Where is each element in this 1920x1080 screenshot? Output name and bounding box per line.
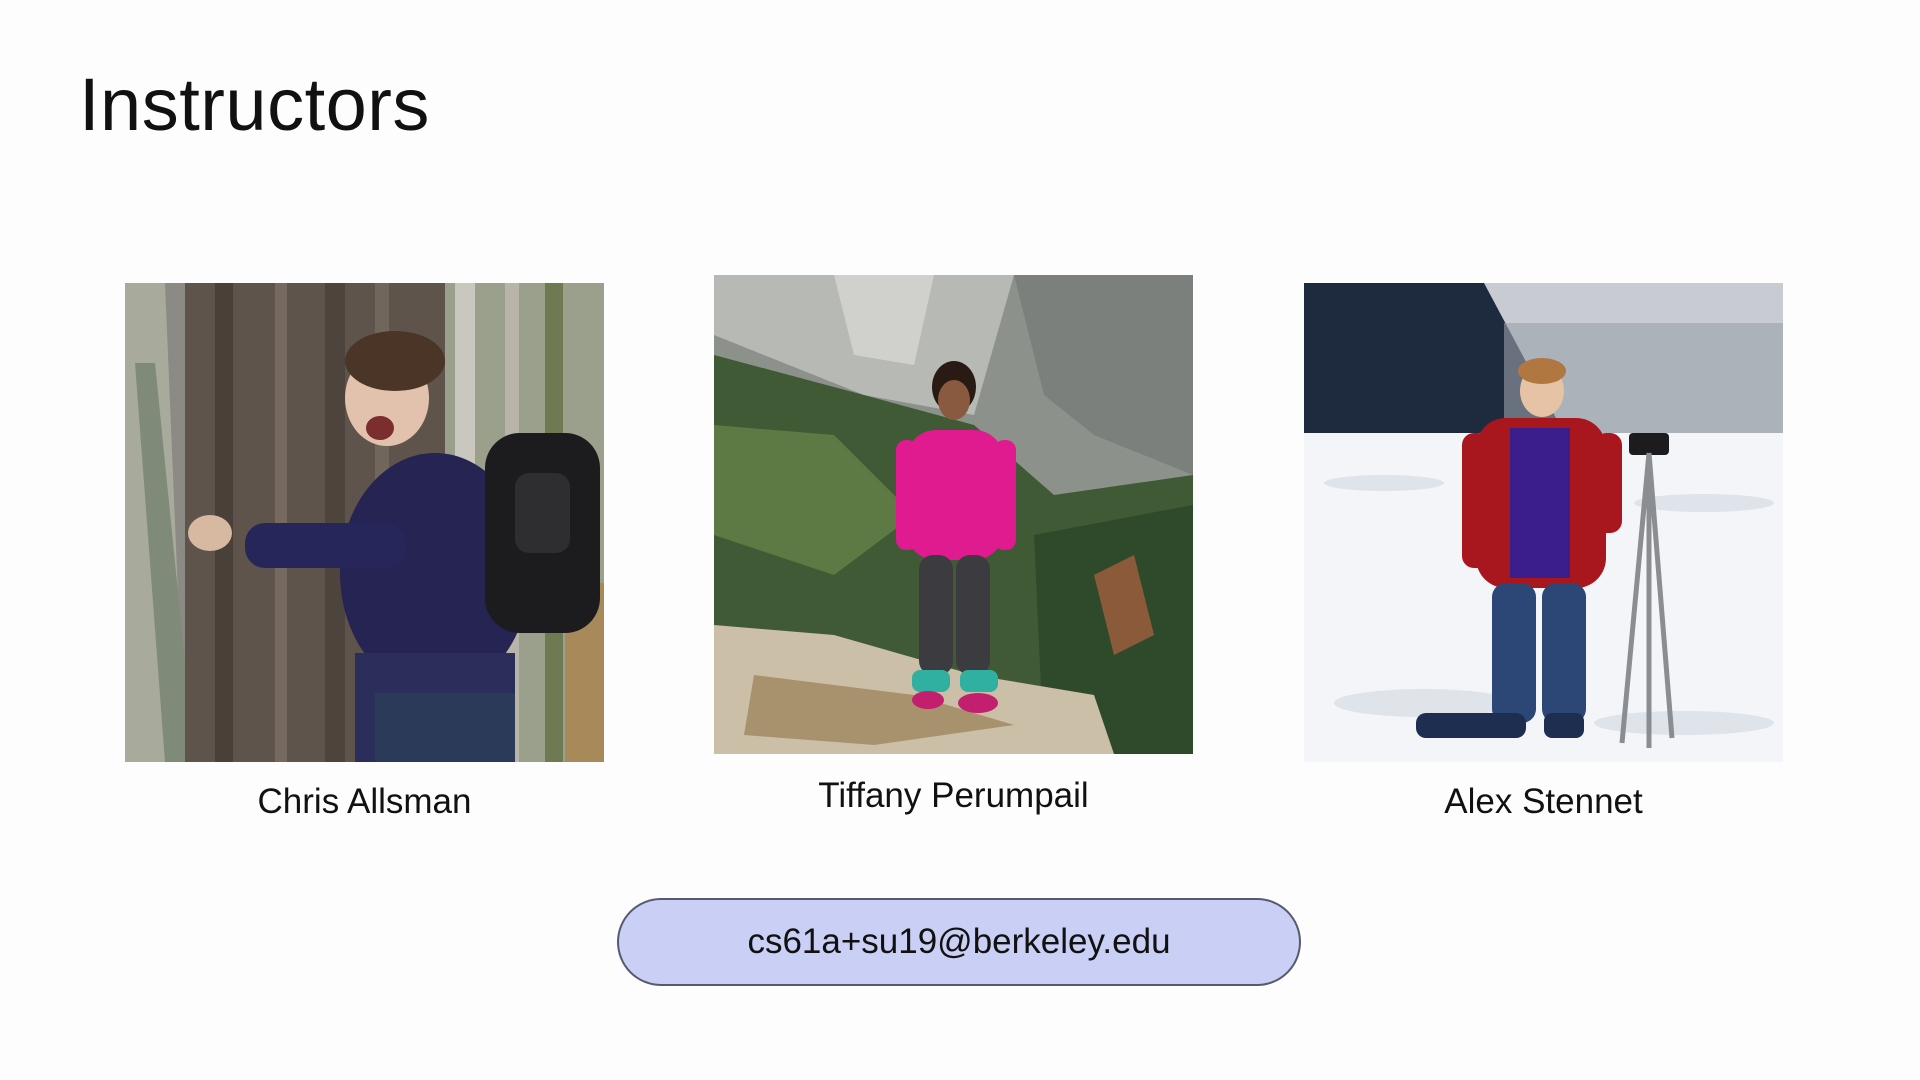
instructor-photo-2 — [714, 275, 1193, 754]
slide-title: Instructors — [79, 63, 430, 146]
slide: Instructors Chris Allsman Tiffany Perump… — [0, 0, 1920, 1080]
contact-email-button[interactable]: cs61a+su19@berkeley.edu — [617, 898, 1301, 986]
instructor-photo-1 — [125, 283, 604, 762]
instructor-name-2: Tiffany Perumpail — [818, 776, 1089, 815]
instructor-name-3: Alex Stennet — [1444, 782, 1643, 821]
instructor-photo-3 — [1304, 283, 1783, 762]
instructor-name-1: Chris Allsman — [257, 782, 472, 821]
